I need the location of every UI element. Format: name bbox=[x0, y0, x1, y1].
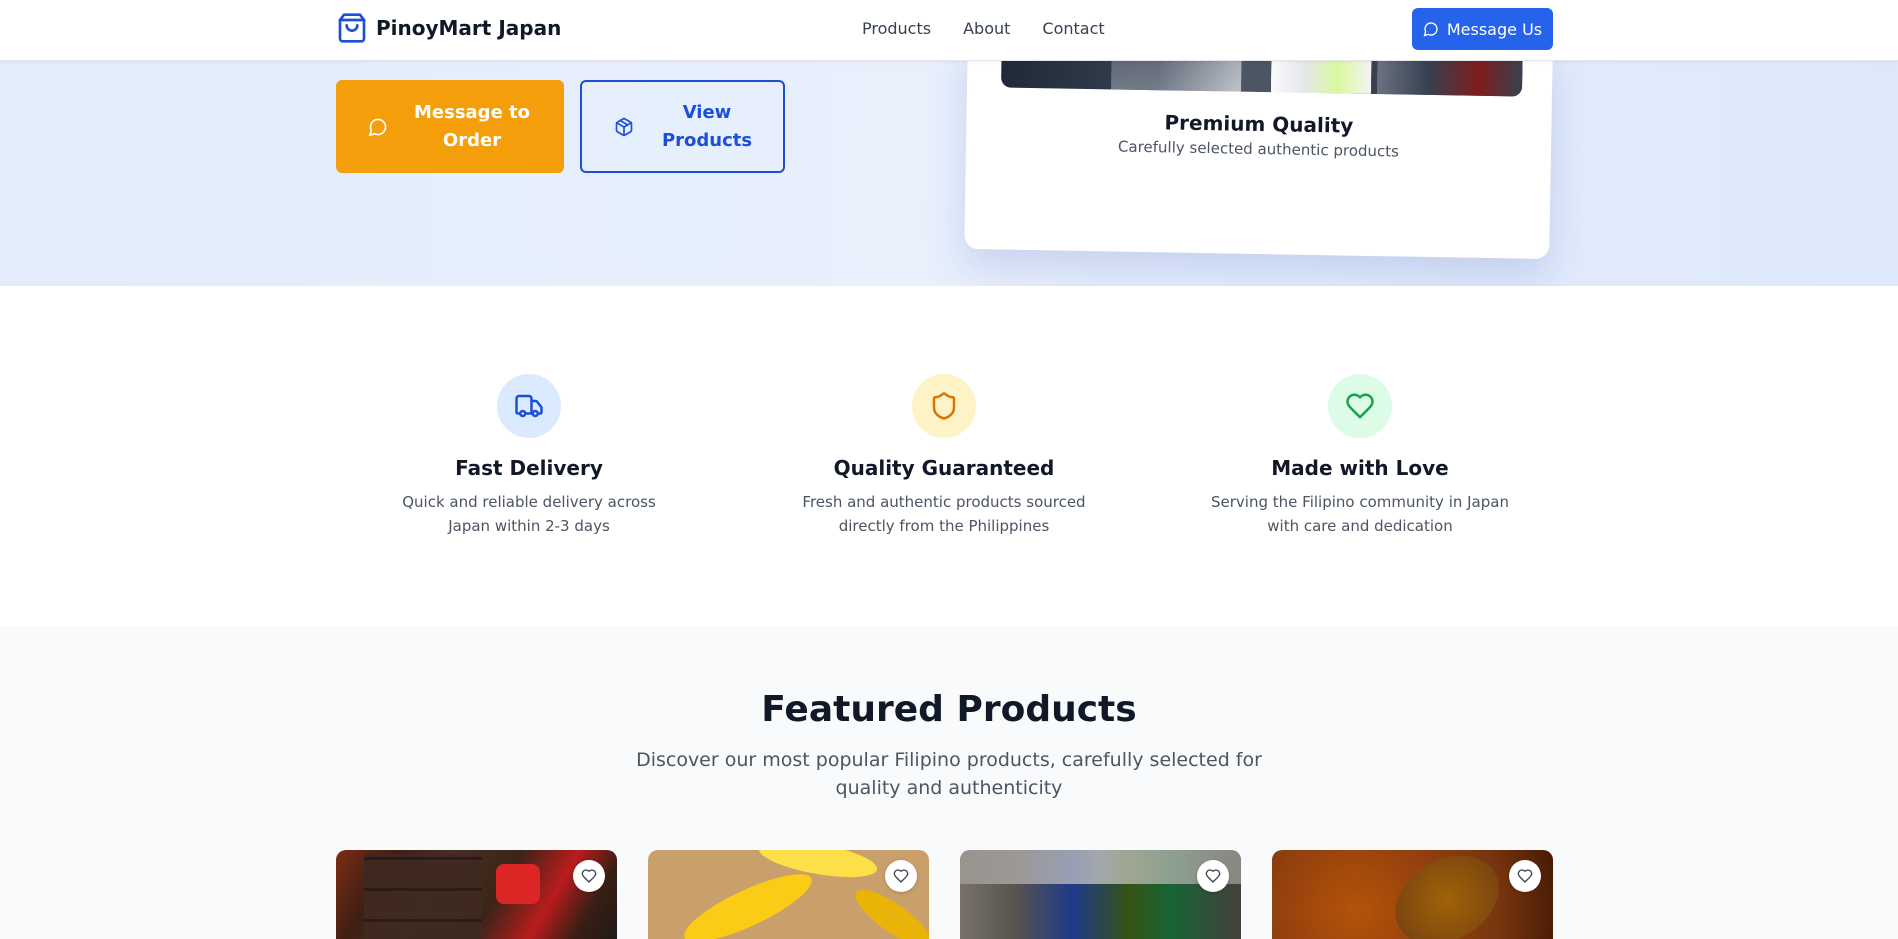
message-to-order-button[interactable]: Message to Order bbox=[336, 80, 564, 173]
feature-description: Fresh and authentic products sourced dir… bbox=[802, 493, 1086, 535]
heart-icon bbox=[1517, 869, 1533, 883]
heart-icon bbox=[893, 869, 909, 883]
featured-products-subtitle: Discover our most popular Filipino produ… bbox=[636, 749, 1262, 799]
product-card-image[interactable] bbox=[648, 850, 929, 939]
message-us-button[interactable]: Message Us bbox=[1412, 8, 1553, 50]
chat-icon bbox=[368, 118, 387, 137]
nav-link-contact[interactable]: Contact bbox=[1042, 19, 1104, 38]
feature-icon-circle bbox=[497, 374, 561, 438]
favorite-button[interactable] bbox=[885, 860, 917, 892]
package-icon bbox=[615, 117, 633, 137]
truck-icon bbox=[515, 394, 543, 418]
feature-fast-delivery: Fast Delivery Quick and reliable deliver… bbox=[359, 374, 699, 538]
favorite-button[interactable] bbox=[573, 860, 605, 892]
featured-products-section: Featured Products Discover our most popu… bbox=[0, 626, 1898, 939]
nav-link-about[interactable]: About bbox=[963, 19, 1010, 38]
product-card-image[interactable] bbox=[336, 850, 617, 939]
nav-links: Products About Contact bbox=[862, 19, 1105, 38]
features-section: Fast Delivery Quick and reliable deliver… bbox=[0, 286, 1898, 626]
feature-description: Quick and reliable delivery across Japan… bbox=[402, 493, 656, 535]
hero-section: Message to Order View Products Premium Q… bbox=[0, 35, 1898, 286]
heart-icon bbox=[1205, 869, 1221, 883]
feature-title: Made with Love bbox=[1271, 456, 1449, 480]
nav-link-products[interactable]: Products bbox=[862, 19, 931, 38]
feature-title: Quality Guaranteed bbox=[833, 456, 1055, 480]
shopping-bag-icon bbox=[338, 13, 366, 43]
feature-description: Serving the Filipino community in Japan … bbox=[1211, 493, 1509, 535]
product-card-image[interactable] bbox=[960, 850, 1241, 939]
view-products-button[interactable]: View Products bbox=[580, 80, 785, 173]
heart-icon bbox=[1346, 393, 1374, 419]
favorite-button[interactable] bbox=[1197, 860, 1229, 892]
favorite-button[interactable] bbox=[1509, 860, 1541, 892]
feature-icon-circle bbox=[912, 374, 976, 438]
chat-icon bbox=[1423, 22, 1438, 37]
feature-quality-guaranteed: Quality Guaranteed Fresh and authentic p… bbox=[774, 374, 1114, 538]
heart-icon bbox=[581, 869, 597, 883]
featured-products-title: Featured Products bbox=[761, 689, 1137, 730]
shield-icon bbox=[932, 392, 956, 420]
message-to-order-label: Message to Order bbox=[413, 102, 531, 151]
hero-feature-card: Premium Quality Carefully selected authe… bbox=[964, 35, 1553, 260]
feature-title: Fast Delivery bbox=[455, 456, 603, 480]
brand-name: PinoyMart Japan bbox=[376, 16, 562, 40]
message-us-label: Message Us bbox=[1446, 19, 1543, 39]
feature-icon-circle bbox=[1328, 374, 1392, 438]
view-products-label: View Products bbox=[661, 102, 753, 151]
brand[interactable]: PinoyMart Japan bbox=[336, 12, 561, 44]
feature-made-with-love: Made with Love Serving the Filipino comm… bbox=[1190, 374, 1530, 538]
top-nav: PinoyMart Japan Products About Contact M… bbox=[0, 0, 1898, 61]
product-card-image[interactable] bbox=[1272, 850, 1553, 939]
